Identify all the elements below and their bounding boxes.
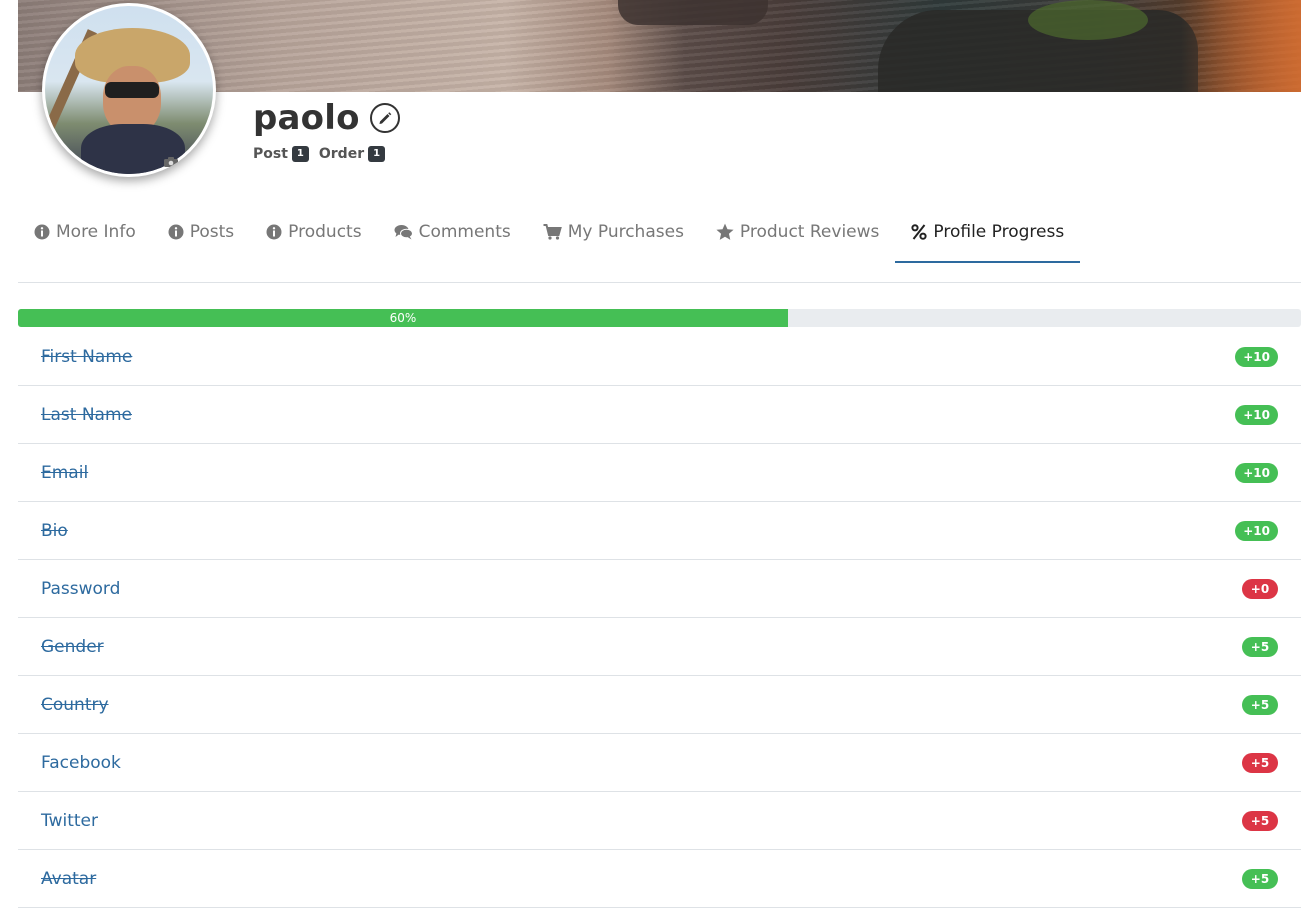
checklist-item-label: Gender	[41, 636, 104, 657]
edit-profile-button[interactable]	[369, 103, 400, 133]
checklist-item[interactable]: Email +10	[18, 444, 1301, 502]
stat-posts[interactable]: Post 1	[253, 146, 309, 162]
tab-label: Products	[288, 221, 362, 242]
pencil-icon	[379, 112, 391, 124]
points-badge: +0	[1242, 578, 1278, 599]
points-badge: +5	[1242, 752, 1278, 773]
profile-checklist: First Name +10 Last Name +10 Email +10 Bio +10 P…	[18, 328, 1301, 908]
tab-product-reviews[interactable]: Product Reviews	[700, 202, 895, 261]
checklist-item-label: Password	[41, 578, 121, 599]
checklist-item-label: Facebook	[41, 752, 121, 773]
stat-label: Order	[318, 146, 365, 162]
checklist-item[interactable]: Facebook +5	[18, 734, 1301, 792]
profile-progress-bar: 60%	[18, 309, 1301, 327]
tab-label: More Info	[56, 221, 136, 242]
tab-more-info[interactable]: More Info	[18, 202, 152, 261]
comments-icon	[394, 224, 413, 239]
checklist-item-label: Avatar	[41, 868, 97, 889]
checklist-item[interactable]: Avatar +5	[18, 850, 1301, 908]
checklist-item-label: Last Name	[41, 404, 132, 425]
count-badge: 1	[291, 146, 309, 162]
progress-fill: 60%	[18, 309, 788, 327]
checklist-item-label: Twitter	[41, 810, 98, 831]
checklist-item-label: Country	[41, 694, 109, 715]
avatar[interactable]	[42, 3, 216, 177]
tab-label: My Purchases	[567, 221, 684, 242]
tab-products[interactable]: Products	[250, 202, 377, 261]
tab-posts[interactable]: Posts	[152, 202, 250, 261]
points-badge: +10	[1235, 520, 1278, 541]
info-circle-icon	[34, 224, 50, 239]
points-badge: +10	[1235, 462, 1278, 483]
points-badge: +5	[1242, 694, 1278, 715]
profile-stats: Post 1 Order 1	[253, 146, 395, 162]
checklist-item[interactable]: Last Name +10	[18, 386, 1301, 444]
tab-label: Profile Progress	[933, 221, 1065, 242]
points-badge: +5	[1242, 636, 1278, 657]
profile-tabs: More Info Posts Products Comments My Pur…	[18, 202, 1301, 283]
checklist-item[interactable]: Password +0	[18, 560, 1301, 618]
tab-label: Comments	[418, 221, 511, 242]
checklist-item[interactable]: Twitter +5	[18, 792, 1301, 850]
tab-label: Posts	[189, 221, 235, 242]
cart-icon	[543, 223, 562, 240]
star-icon	[716, 223, 734, 240]
tab-profile-progress[interactable]: Profile Progress	[895, 202, 1081, 263]
info-circle-icon	[266, 224, 282, 239]
checklist-item-label: Bio	[41, 520, 68, 541]
stat-orders[interactable]: Order 1	[318, 146, 386, 162]
stat-label: Post	[253, 146, 288, 162]
checklist-item[interactable]: First Name +10	[18, 328, 1301, 386]
tab-my-purchases[interactable]: My Purchases	[527, 202, 700, 261]
tab-comments[interactable]: Comments	[378, 202, 527, 261]
count-badge: 1	[368, 146, 386, 162]
camera-icon[interactable]	[164, 157, 178, 167]
checklist-item-label: Email	[41, 462, 89, 483]
info-circle-icon	[168, 224, 184, 239]
tab-label: Product Reviews	[739, 221, 880, 242]
points-badge: +5	[1242, 810, 1278, 831]
points-badge: +10	[1235, 346, 1278, 367]
checklist-item[interactable]: Country +5	[18, 676, 1301, 734]
percent-icon	[911, 223, 927, 240]
checklist-item[interactable]: Gender +5	[18, 618, 1301, 676]
checklist-item[interactable]: Bio +10	[18, 502, 1301, 560]
points-badge: +5	[1242, 868, 1278, 889]
points-badge: +10	[1235, 404, 1278, 425]
checklist-item-label: First Name	[41, 346, 133, 367]
username: paolo	[253, 98, 360, 138]
